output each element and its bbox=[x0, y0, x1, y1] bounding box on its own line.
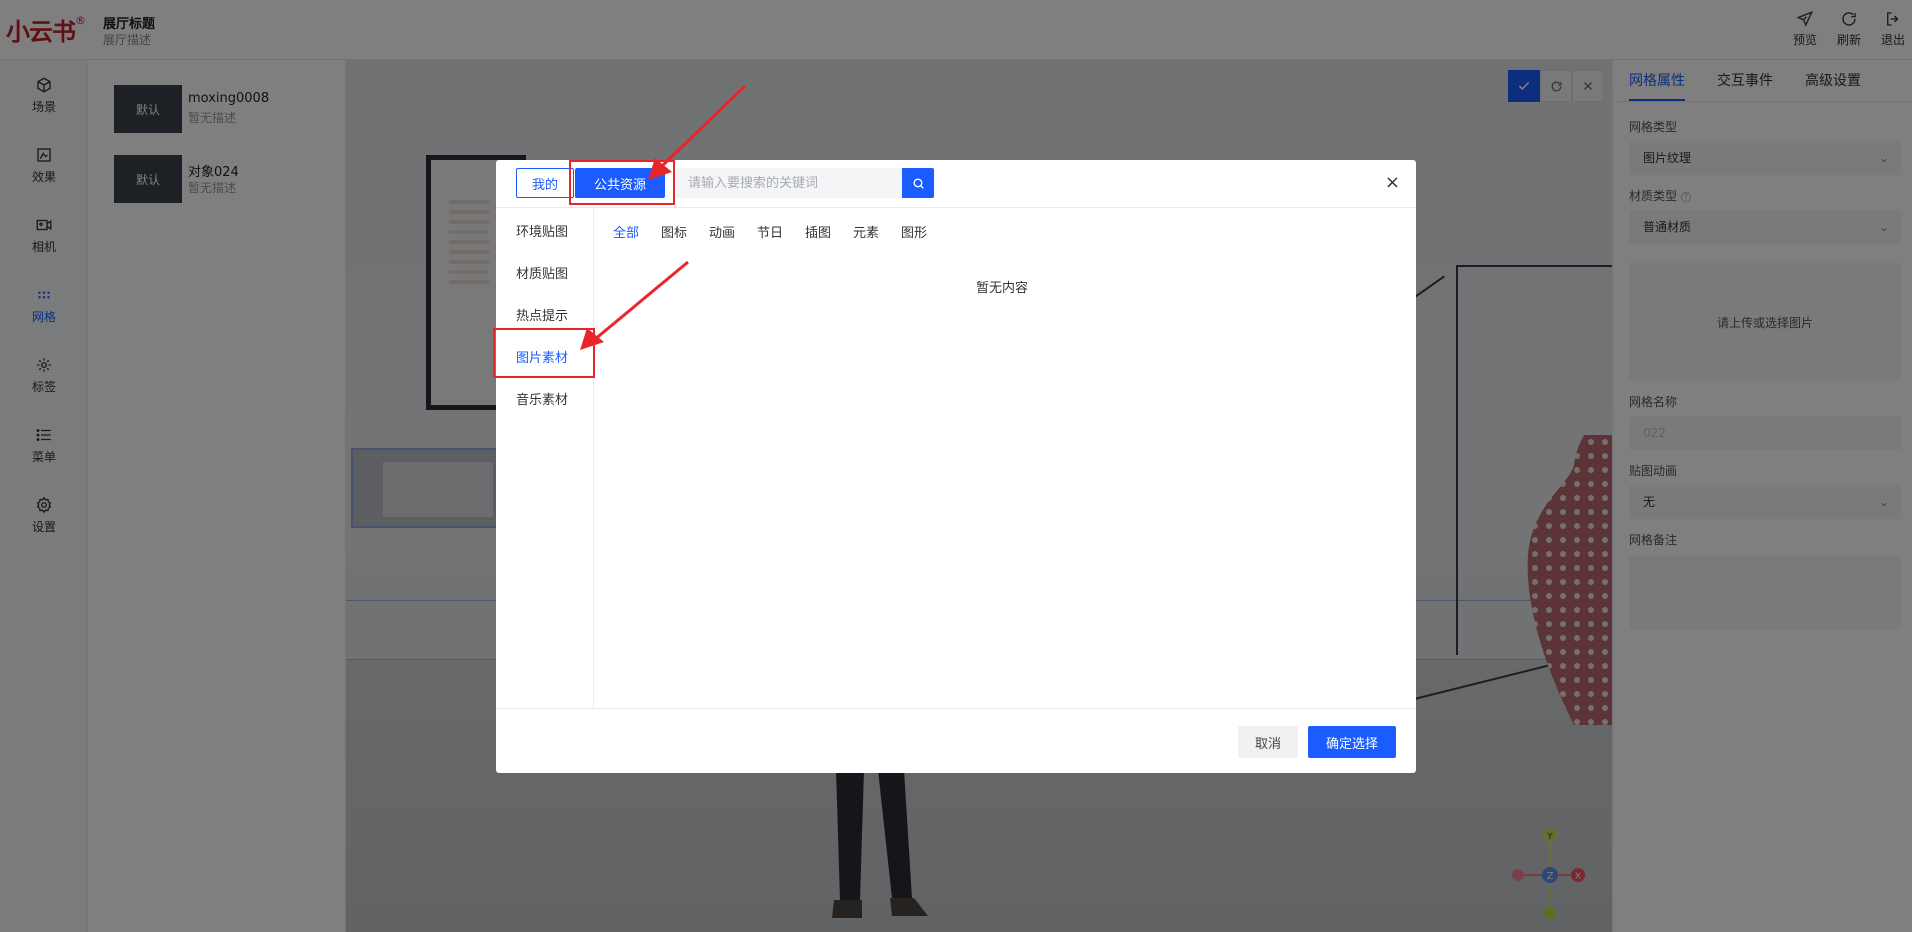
filter-all[interactable]: 全部 bbox=[613, 222, 639, 241]
resource-picker-dialog: 我的 公共资源 × 环境贴图 材质贴图 热点提示 图片素材 音乐素材 全部 图标… bbox=[496, 160, 1416, 773]
filter-holidays[interactable]: 节日 bbox=[757, 222, 783, 241]
filter-icons[interactable]: 图标 bbox=[661, 222, 687, 241]
search-input[interactable] bbox=[676, 168, 902, 198]
filter-illustrations[interactable]: 插图 bbox=[805, 222, 831, 241]
category-sidebar: 环境贴图 材质贴图 热点提示 图片素材 音乐素材 bbox=[496, 208, 594, 708]
search-icon bbox=[912, 177, 924, 189]
filter-elements[interactable]: 元素 bbox=[853, 222, 879, 241]
category-music-assets[interactable]: 音乐素材 bbox=[516, 389, 568, 408]
annotation-highlight-public-tab bbox=[569, 160, 675, 205]
confirm-select-button[interactable]: 确定选择 bbox=[1308, 726, 1396, 758]
category-material-map[interactable]: 材质贴图 bbox=[516, 263, 568, 282]
dialog-footer: 取消 确定选择 bbox=[496, 708, 1416, 773]
empty-state-text: 暂无内容 bbox=[976, 281, 1029, 296]
close-icon[interactable]: × bbox=[1385, 174, 1400, 192]
category-environment-map[interactable]: 环境贴图 bbox=[516, 221, 568, 240]
filter-shapes[interactable]: 图形 bbox=[901, 222, 927, 241]
category-hotspot-hint[interactable]: 热点提示 bbox=[516, 305, 568, 324]
filter-animations[interactable]: 动画 bbox=[709, 222, 735, 241]
annotation-highlight-image-category bbox=[493, 328, 595, 378]
tab-my-resources[interactable]: 我的 bbox=[516, 168, 574, 198]
cancel-button[interactable]: 取消 bbox=[1238, 726, 1298, 758]
search-button[interactable] bbox=[902, 168, 934, 198]
